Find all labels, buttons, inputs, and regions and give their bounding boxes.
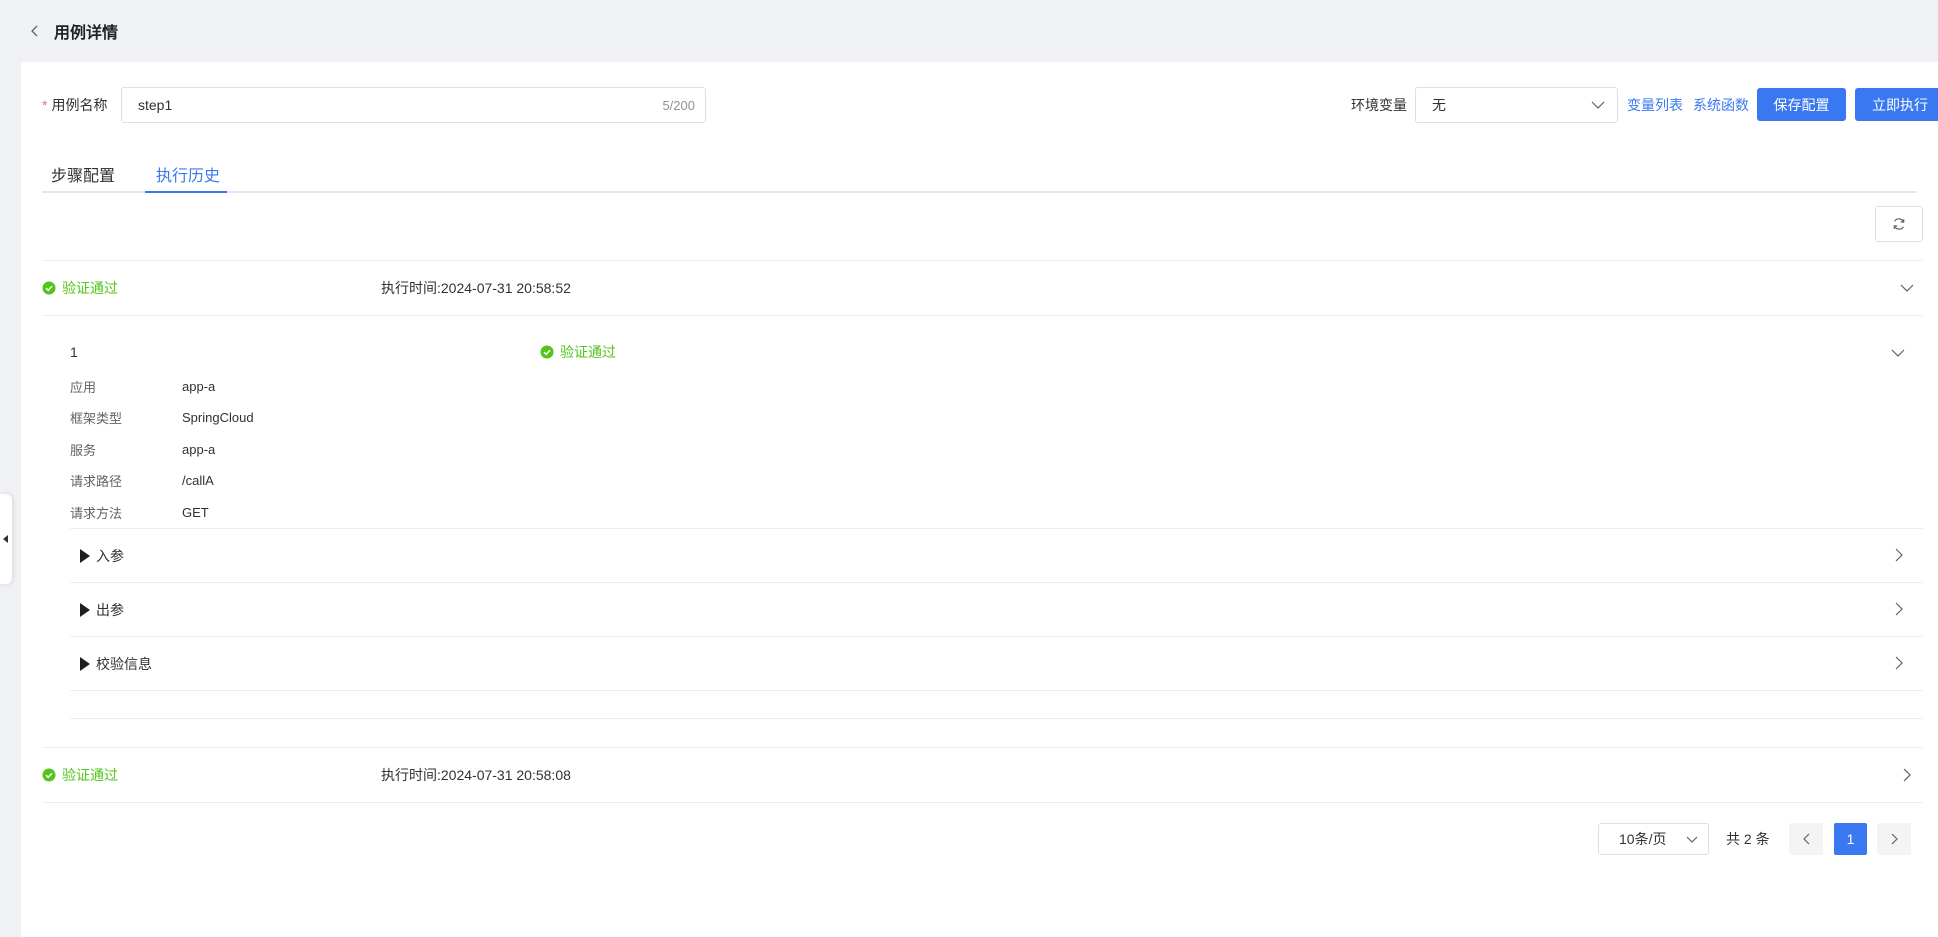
record-status: 验证通过 (42, 278, 118, 298)
env-var-select[interactable]: 无 (1415, 87, 1618, 123)
run-now-button[interactable]: 立即执行 (1855, 88, 1938, 121)
chevron-right-icon[interactable] (1899, 767, 1915, 783)
main-panel: * 用例名称 step1 5/200 环境变量 无 变量列表 系统函数 保存配置… (21, 62, 1938, 937)
check-circle-icon (42, 281, 56, 295)
page-title: 用例详情 (54, 25, 119, 42)
chevron-left-icon (1802, 833, 1809, 845)
record-exec-time: 执行时间:2024-07-31 20:58:08 (381, 767, 571, 783)
env-var-label: 环境变量 (1351, 97, 1407, 113)
detail-value: /callA (182, 472, 214, 488)
case-name-char-count: 5/200 (662, 97, 695, 113)
top-bar: 用例详情 (0, 0, 1938, 62)
env-var-selected-value: 无 (1432, 97, 1446, 113)
check-circle-icon (42, 768, 56, 782)
page-size-value: 10条/页 (1619, 831, 1667, 847)
detail-key: 请求方法 (70, 505, 123, 521)
section-validation-info[interactable]: 校验信息 (70, 637, 1923, 691)
refresh-icon (1893, 218, 1905, 230)
pagination-total: 共 2 条 (1726, 831, 1770, 847)
case-form-row: * 用例名称 step1 5/200 环境变量 无 变量列表 系统函数 保存配置… (42, 87, 1938, 123)
required-asterisk: * (42, 97, 48, 113)
section-label: 出参 (96, 602, 124, 618)
save-config-button[interactable]: 保存配置 (1757, 88, 1846, 121)
section-input-params[interactable]: 入参 (70, 529, 1923, 583)
divider (70, 690, 1923, 691)
tab-exec-history[interactable]: 执行历史 (156, 154, 220, 193)
detail-row-path: 请求路径 /callA (70, 470, 214, 490)
detail-key: 服务 (70, 442, 97, 458)
record-status-text: 验证通过 (62, 767, 118, 783)
page-number-button[interactable]: 1 (1834, 823, 1867, 855)
step-status: 验证通过 (540, 330, 616, 374)
sidebar-collapse-handle[interactable] (0, 494, 12, 584)
var-list-link[interactable]: 变量列表 (1627, 87, 1683, 123)
case-name-label-text: 用例名称 (51, 97, 108, 113)
check-circle-icon (540, 345, 554, 359)
chevron-down-icon[interactable] (1899, 280, 1915, 296)
chevron-right-icon (1895, 656, 1903, 673)
divider (42, 802, 1923, 803)
detail-key: 应用 (70, 379, 97, 395)
sys-func-link[interactable]: 系统函数 (1693, 87, 1749, 123)
tab-step-config[interactable]: 步骤配置 (51, 154, 115, 193)
divider (70, 718, 1923, 719)
record-status: 验证通过 (42, 765, 118, 785)
history-record-row[interactable]: 验证通过 执行时间:2024-07-31 20:58:52 (42, 261, 1923, 315)
history-record-row[interactable]: 验证通过 执行时间:2024-07-31 20:58:08 (42, 748, 1923, 802)
caret-left-icon (3, 535, 8, 543)
detail-value: GET (182, 504, 209, 520)
detail-row-framework: 框架类型 SpringCloud (70, 407, 254, 427)
section-output-params[interactable]: 出参 (70, 583, 1923, 637)
prev-page-button[interactable] (1789, 823, 1823, 855)
step-status-text: 验证通过 (560, 344, 616, 360)
case-name-value: step1 (138, 97, 173, 113)
detail-row-app: 应用 app-a (70, 376, 215, 396)
refresh-button[interactable] (1875, 206, 1923, 242)
next-page-button[interactable] (1877, 823, 1911, 855)
record-exec-time: 执行时间:2024-07-31 20:58:52 (381, 280, 571, 296)
record-status-text: 验证通过 (62, 280, 118, 296)
caret-right-icon (80, 657, 90, 671)
step-index: 1 (70, 344, 78, 360)
chevron-right-icon (1891, 833, 1898, 845)
case-name-input[interactable]: step1 5/200 (121, 87, 706, 123)
page-size-select[interactable]: 10条/页 (1598, 823, 1709, 855)
case-name-label: * 用例名称 (42, 87, 107, 123)
detail-value: app-a (182, 441, 216, 457)
detail-row-method: 请求方法 GET (70, 502, 209, 522)
detail-value: SpringCloud (182, 409, 254, 425)
chevron-down-icon (1591, 101, 1605, 109)
chevron-down-icon (1686, 836, 1698, 843)
divider (42, 315, 1923, 316)
chevron-right-icon (1895, 602, 1903, 619)
detail-row-service: 服务 app-a (70, 439, 215, 459)
step-header[interactable]: 1 验证通过 (70, 330, 1923, 374)
detail-key: 请求路径 (70, 473, 123, 489)
chevron-down-icon[interactable] (1891, 344, 1905, 360)
chevron-right-icon (1895, 548, 1903, 565)
detail-key: 框架类型 (70, 410, 123, 426)
detail-value: app-a (182, 378, 216, 394)
active-tab-indicator (145, 191, 227, 193)
section-label: 校验信息 (96, 656, 152, 672)
section-label: 入参 (96, 548, 124, 564)
back-icon[interactable] (26, 22, 44, 40)
tab-bar: 步骤配置 执行历史 (42, 154, 1917, 193)
caret-right-icon (80, 549, 90, 563)
caret-right-icon (80, 603, 90, 617)
